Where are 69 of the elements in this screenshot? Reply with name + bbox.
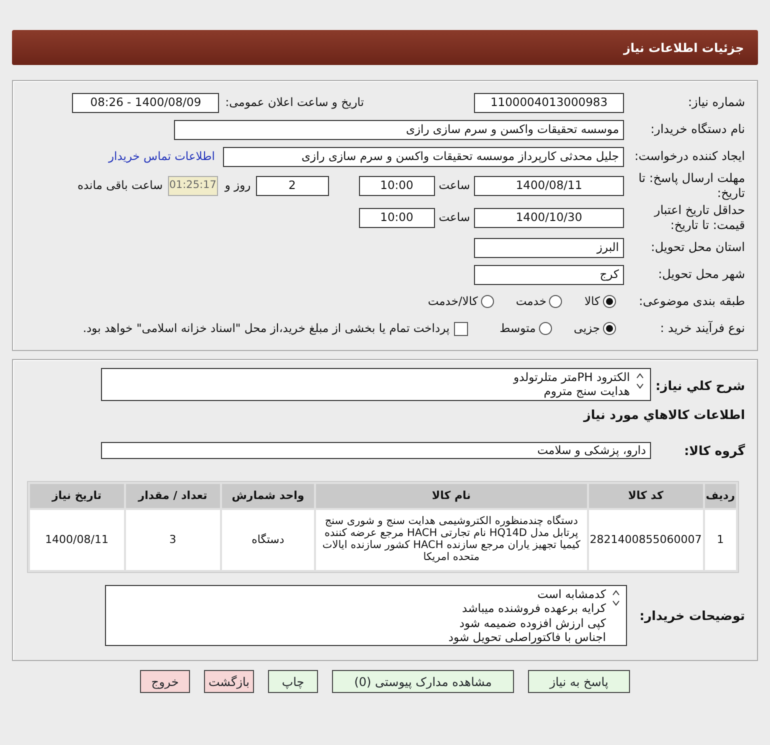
days-field[interactable]: 2 xyxy=(256,176,329,196)
field-label: مهلت ارسال پاسخ: تا تاریخ: xyxy=(637,171,746,201)
field-label: استان محل تحویل: xyxy=(650,240,746,255)
table-cell: 2821400855060007 xyxy=(588,510,703,570)
field-label: شماره نیاز: xyxy=(687,95,746,110)
payment-label: پرداخت تمام یا بخشی از مبلغ خرید،از محل "اسناد خزانه اسلامی" خواهد بود. xyxy=(82,320,450,337)
field-label: طبقه بندی موضوعی: xyxy=(638,294,746,309)
column-header: کد کالا xyxy=(588,484,703,508)
field-label: گروه کالا: xyxy=(683,442,746,459)
field-label: شرح کلي نياز: xyxy=(654,377,746,394)
radio-option[interactable]: متوسط xyxy=(500,320,552,338)
field-label: ساعت xyxy=(438,209,470,226)
field-label: نام دستگاه خریدار: xyxy=(650,122,746,137)
table-cell: 1400/08/11 xyxy=(30,510,124,570)
date-field[interactable]: 1400/08/11 xyxy=(474,176,624,196)
action-button[interactable]: خروج xyxy=(140,670,190,694)
action-button[interactable]: پاسخ به نیاز xyxy=(528,670,630,694)
section-title: اطلاعات کالاهاي مورد نياز xyxy=(584,406,746,424)
column-header: نام کالا xyxy=(316,484,587,508)
payment-checkbox[interactable] xyxy=(454,322,468,336)
field-label: ساعت باقی مانده xyxy=(78,177,163,194)
field-label: ساعت xyxy=(438,177,470,194)
table-cell: دستگاه چندمنظوره الکتروشیمی هدایت سنج و شوری سنج پرتابل مدل HQ14D نام تجارتی HACH مرجع عرضه کننده کیمیا تجهیز یاران مرجع سازنده HACH کشور سازنده ایالات متحده امریکا xyxy=(316,510,587,570)
table-cell: دستگاه xyxy=(222,510,314,570)
action-button[interactable]: بازگشت xyxy=(204,670,254,694)
time-field[interactable]: 10:00 xyxy=(358,176,435,196)
field-label: حداقل تاریخ اعتبار قیمت: تا تاریخ: xyxy=(652,203,746,233)
column-header: تعداد / مقدار xyxy=(126,484,220,508)
text-line: الکترود PHمتر متلرتولدو xyxy=(514,370,630,384)
text-line: کپی ارزش افزوده ضمیمه شود xyxy=(458,616,606,630)
province-field[interactable]: البرز xyxy=(474,238,624,258)
goods-group-field[interactable]: دارو، پزشکی و سلامت xyxy=(101,442,651,460)
radio-option[interactable]: کالا/خدمت xyxy=(428,292,494,310)
text-area[interactable]: کدمشابه است کرایه برعهده فروشنده میباشد کپی ارزش افزوده ضمیمه شود اجناس با فاکتوراصلی تحویل شود xyxy=(105,584,627,646)
scroll-down-icon[interactable] xyxy=(612,600,620,606)
buyer-field[interactable]: موسسه تحقیقات واکسن و سرم سازی رازی xyxy=(174,120,624,140)
radio-option[interactable]: خدمت xyxy=(516,292,562,310)
scroll-up-icon[interactable] xyxy=(612,590,620,596)
radio-option[interactable]: کالا xyxy=(584,292,616,310)
text-line: کدمشابه است xyxy=(536,586,606,602)
field-label: نوع فرآیند خرید : xyxy=(659,321,746,336)
field-label: توضیحات خریدار: xyxy=(638,608,746,624)
radio-option[interactable]: جزیی xyxy=(574,320,616,338)
field-label: ایجاد کننده درخواست: xyxy=(633,149,746,164)
announce-date-field[interactable]: 1400/08/09 - 08:26 xyxy=(72,92,220,112)
field-label: تاریخ و ساعت اعلان عمومی: xyxy=(225,94,364,111)
text-line: اجناس با فاکتوراصلی تحویل شود xyxy=(448,630,606,644)
scroll-down-icon[interactable] xyxy=(636,383,644,389)
text-area[interactable]: الکترود PHمتر متلرتولدو هدایت سنج متروم xyxy=(101,368,651,401)
text-line: کرایه برعهده فروشنده میباشد xyxy=(461,601,606,616)
action-button[interactable]: مشاهده مدارک پیوستی (0) xyxy=(332,670,514,694)
contact-link[interactable]: اطلاعات تماس خریدار xyxy=(108,148,215,166)
table-cell: 1 xyxy=(704,510,736,570)
city-field[interactable]: کرج xyxy=(474,264,624,284)
need-number-field[interactable]: 1100004013000983 xyxy=(474,92,624,112)
field-label: روز و xyxy=(224,177,251,194)
page-title: جزئیات اطلاعات نیاز xyxy=(623,40,744,56)
scroll-up-icon[interactable] xyxy=(636,373,644,379)
field-label: شهر محل تحویل: xyxy=(657,267,746,282)
time-field[interactable]: 10:00 xyxy=(358,208,435,228)
text-line: هدایت سنج متروم xyxy=(542,384,630,399)
remaining-time: 01:25:17 xyxy=(168,176,218,196)
creator-field[interactable]: جلیل محدثی کارپرداز موسسه تحقیقات واکسن و سرم سازی رازی xyxy=(223,146,624,166)
column-header: ردیف xyxy=(704,484,736,508)
column-header: واحد شمارش xyxy=(222,484,314,508)
action-button[interactable]: چاپ xyxy=(268,670,318,694)
column-header: تاریخ نیاز xyxy=(30,484,124,508)
date-field[interactable]: 1400/10/30 xyxy=(474,208,624,228)
table-cell: 3 xyxy=(126,510,220,570)
